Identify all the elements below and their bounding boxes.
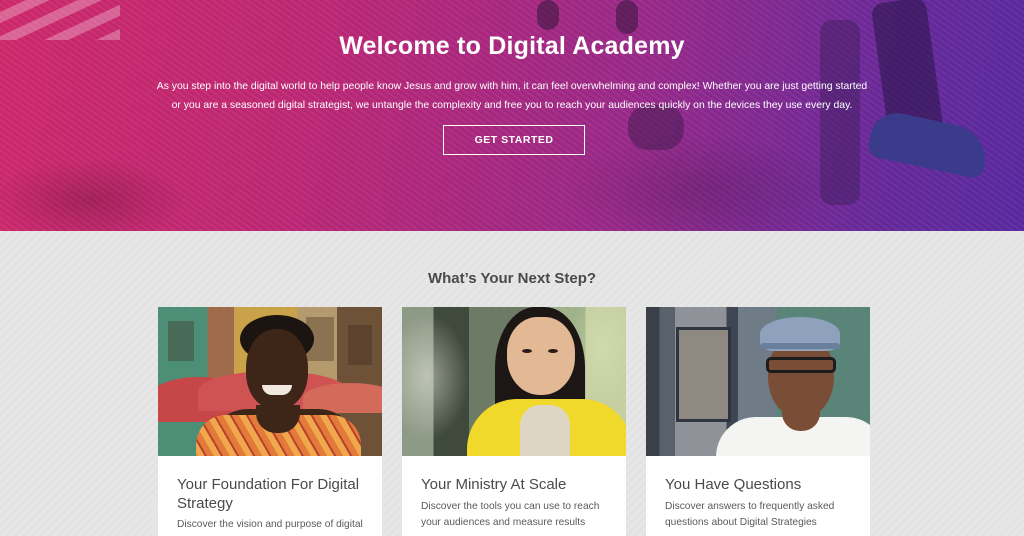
card-title: Your Ministry At Scale — [421, 476, 567, 493]
get-started-button[interactable]: GET STARTED — [443, 125, 585, 155]
card-title: You Have Questions — [665, 476, 802, 493]
card-image-woman-street — [158, 307, 382, 456]
hero-description: As you step into the digital world to he… — [156, 81, 868, 111]
pedestrian-leg — [537, 0, 559, 30]
section-title: What’s Your Next Step? — [427, 270, 597, 287]
card-description: Discover the vision and purpose of digit… — [177, 519, 363, 530]
card-title: Your Foundation For Digital Strategy — [177, 476, 360, 512]
card-image-man-cap — [646, 307, 870, 456]
card-image-woman-cardigan — [402, 307, 626, 456]
card-ministry[interactable]: Your Ministry At Scale Discover the tool… — [402, 307, 626, 536]
card-description: Discover answers to frequently asked que… — [665, 501, 835, 528]
next-step-section: What’s Your Next Step? Your Foundation F… — [0, 231, 1024, 536]
card-description: Discover the tools you can use to reach … — [421, 501, 600, 528]
hero-banner: Welcome to Digital Academy As you step i… — [0, 0, 1024, 231]
pedestrian-leg — [616, 0, 638, 34]
card-questions[interactable]: You Have Questions Discover answers to f… — [646, 307, 870, 536]
card-foundation[interactable]: Your Foundation For Digital Strategy Dis… — [158, 307, 382, 536]
hero-title: Welcome to Digital Academy — [339, 32, 685, 60]
